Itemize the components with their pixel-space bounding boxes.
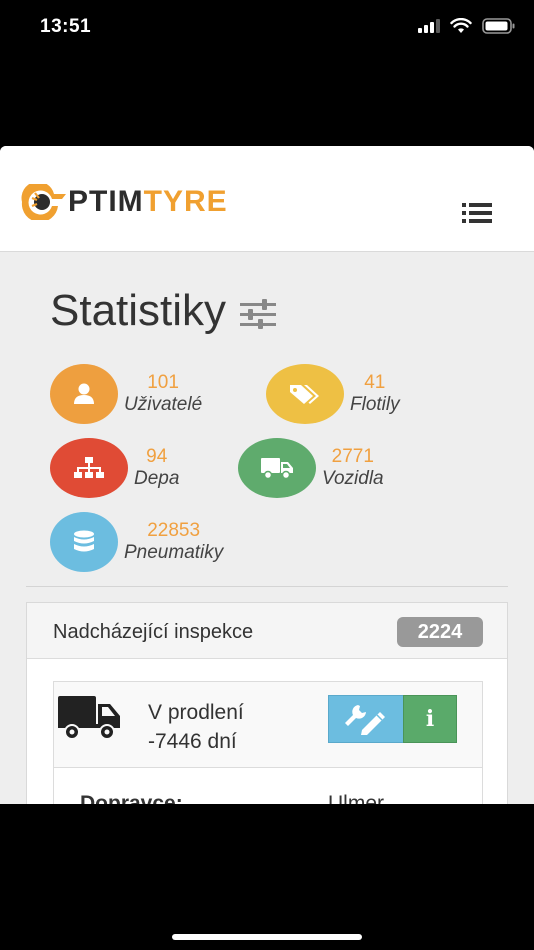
stat-depots-label: Depa	[134, 468, 180, 489]
stat-depots-circle	[50, 438, 128, 498]
status-bar: 13:51	[0, 0, 534, 56]
stat-fleets-circle	[266, 364, 344, 424]
app-frame: PTIMTYRE Statistiky 101 Uživatelé 41 Flo…	[0, 146, 534, 804]
stat-tyres-circle	[50, 512, 118, 572]
home-indicator[interactable]	[172, 934, 362, 940]
logo-tyre-text: TYRE	[143, 185, 228, 218]
inspections-panel: Nadcházející inspekce 2224 V prodlení -7…	[26, 602, 508, 804]
status-time: 13:51	[40, 16, 92, 37]
stat-tyres[interactable]: 22853 Pneumatiky	[50, 512, 223, 572]
sliders-icon[interactable]	[240, 299, 277, 329]
stat-vehicles[interactable]: 2771 Vozidla	[238, 438, 384, 498]
stat-depots[interactable]: 94 Depa	[50, 438, 179, 498]
info-icon: i	[425, 706, 435, 732]
truck-icon	[58, 696, 120, 740]
battery-icon	[482, 18, 515, 34]
carrier-value: Ulmer	[328, 792, 384, 804]
stat-fleets[interactable]: 41 Flotily	[266, 364, 400, 424]
page-title: Statistiky	[50, 286, 227, 335]
truck-icon	[261, 458, 293, 479]
stat-vehicles-value: 2771	[331, 446, 374, 467]
wrench-pencil-icon	[345, 705, 385, 735]
database-icon	[74, 530, 94, 552]
overdue-status: V prodlení -7446 dní	[148, 698, 244, 756]
service-button[interactable]	[328, 695, 404, 743]
logo-tyre-icon	[21, 184, 66, 220]
stat-vehicles-label: Vozidla	[322, 468, 384, 489]
stat-depots-value: 94	[146, 446, 168, 467]
app-header: PTIMTYRE	[0, 146, 534, 252]
stat-fleets-label: Flotily	[350, 394, 400, 415]
inspections-panel-heading[interactable]: Nadcházející inspekce 2224	[27, 603, 507, 659]
status-icons	[418, 18, 516, 34]
user-icon	[74, 383, 94, 404]
signal-icon	[418, 19, 440, 33]
stat-users-value: 101	[147, 372, 179, 393]
info-button[interactable]: i	[403, 695, 457, 743]
stat-fleets-value: 41	[364, 372, 386, 393]
optimtyre-logo[interactable]: PTIMTYRE	[18, 184, 228, 220]
page-title-row: Statistiky	[50, 286, 277, 336]
carrier-label: Dopravce:	[80, 792, 183, 804]
logo-ptim-text: PTIM	[68, 185, 144, 218]
wifi-icon	[450, 18, 472, 33]
divider	[26, 586, 508, 587]
inspection-card-top: V prodlení -7446 dní i	[54, 682, 482, 768]
menu-list-icon[interactable]	[462, 202, 492, 224]
stat-users-label: Uživatelé	[124, 394, 203, 415]
stat-users-circle	[50, 364, 118, 424]
stat-tyres-label: Pneumatiky	[124, 542, 224, 563]
inspections-count-badge: 2224	[397, 617, 483, 647]
overdue-status-line1: V prodlení	[148, 701, 244, 724]
inspections-title: Nadcházející inspekce	[53, 621, 254, 643]
stat-users[interactable]: 101 Uživatelé	[50, 364, 202, 424]
sitemap-icon	[74, 457, 104, 478]
overdue-status-line2: -7446 dní	[148, 730, 237, 753]
tags-icon	[290, 385, 319, 404]
stat-tyres-value: 22853	[147, 520, 201, 541]
stat-vehicles-circle	[238, 438, 316, 498]
inspection-card: V prodlení -7446 dní i Dopravce: Ulmer	[53, 681, 483, 804]
